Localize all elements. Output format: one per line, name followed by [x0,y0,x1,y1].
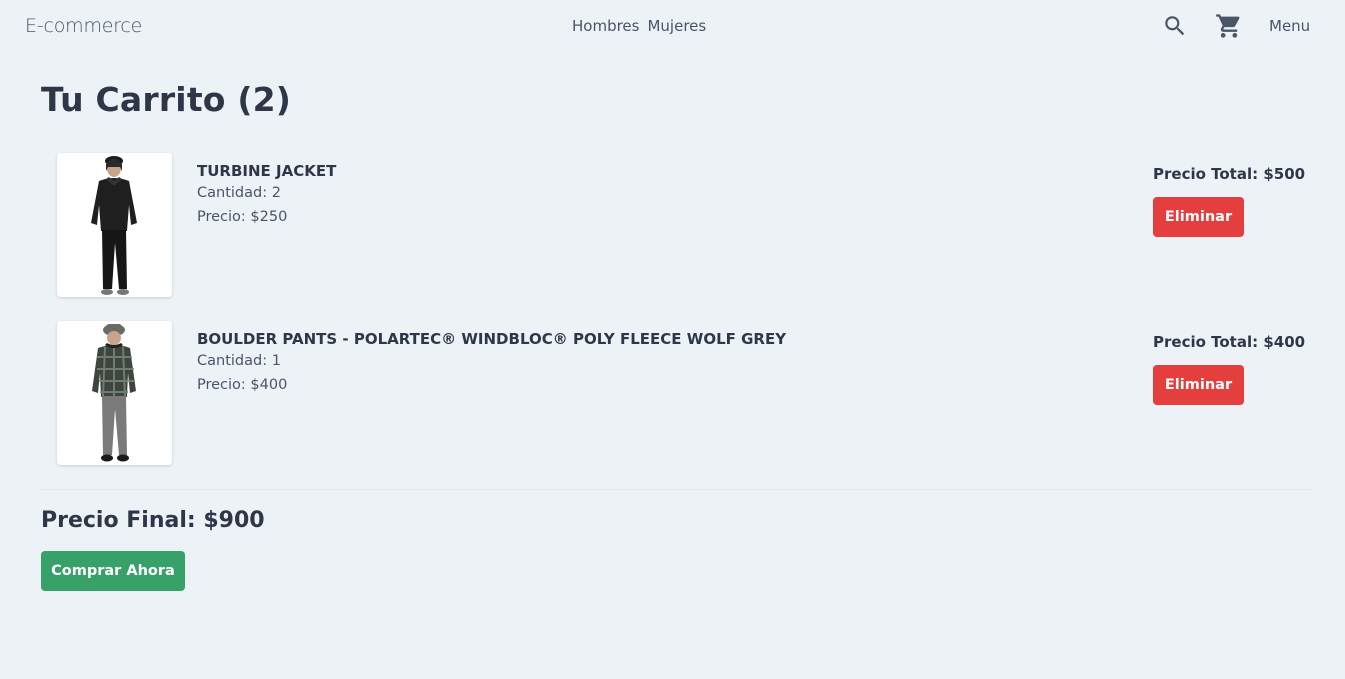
product-total-price: Precio Total: $500 [1153,165,1306,183]
product-quantity: Cantidad: 2 [197,185,281,201]
final-price: Precio Final: $900 [41,508,265,533]
menu-button[interactable]: Menu [1269,17,1310,35]
product-total-price: Precio Total: $400 [1153,333,1306,351]
buy-now-button[interactable]: Comprar Ahora [41,551,185,591]
search-icon[interactable] [1162,13,1188,39]
nav-link-hombres[interactable]: Hombres [572,17,639,35]
product-quantity: Cantidad: 1 [197,353,281,369]
top-navbar: E-commerce Hombres Mujeres Menu [0,0,1345,54]
nav-link-mujeres[interactable]: Mujeres [647,17,706,35]
cart-item: BOULDER PANTS - POLARTEC® WINDBLOC® POLY… [57,321,1317,465]
remove-item-button[interactable]: Eliminar [1153,365,1244,405]
remove-item-button[interactable]: Eliminar [1153,197,1244,237]
product-name: BOULDER PANTS - POLARTEC® WINDBLOC® POLY… [197,330,787,348]
product-image [57,153,172,297]
product-photo-plaid-jacket-grey-pants [57,321,172,465]
divider [41,489,1311,490]
product-name: TURBINE JACKET [197,162,337,180]
page-title: Tu Carrito (2) [41,80,292,119]
cart-item: TURBINE JACKET Cantidad: 2 Precio: $250 … [57,153,1317,297]
main-nav: Hombres Mujeres [572,17,706,35]
product-photo-black-jacket [57,153,172,297]
product-unit-price: Precio: $250 [197,209,288,225]
cart-icon[interactable] [1215,12,1243,40]
product-unit-price: Precio: $400 [197,377,288,393]
product-image [57,321,172,465]
brand-logo[interactable]: E-commerce [25,15,142,37]
